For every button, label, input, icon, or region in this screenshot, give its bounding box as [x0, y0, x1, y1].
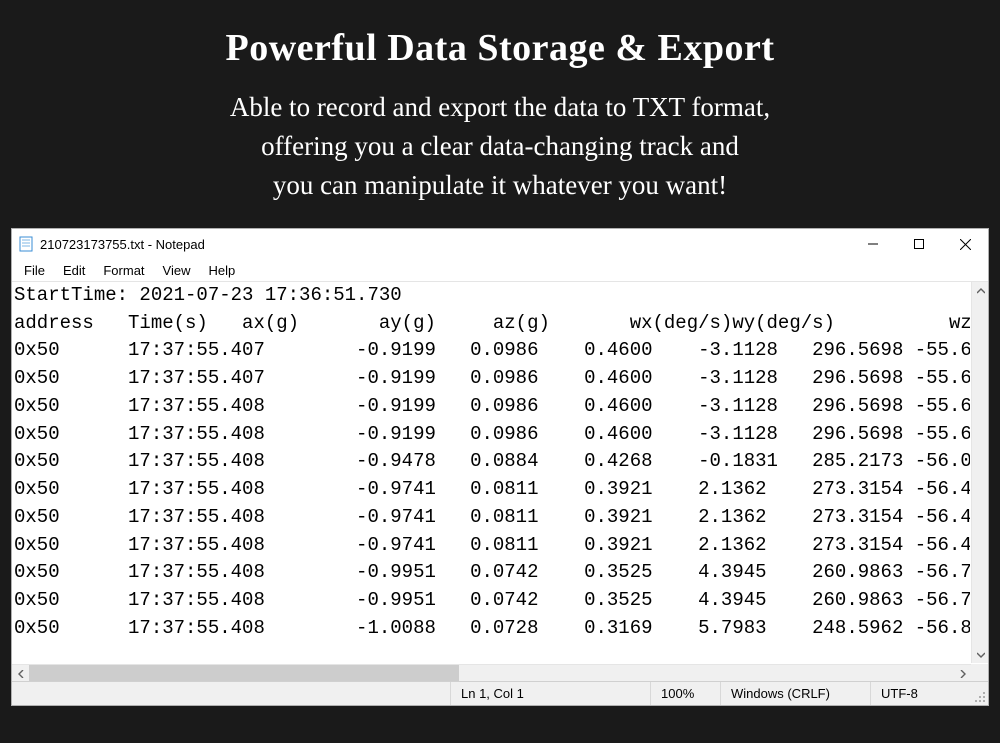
notepad-window: 210723173755.txt - Notepad File Edit For…: [11, 228, 989, 706]
editor-area: StartTime: 2021-07-23 17:36:51.730 addre…: [12, 281, 988, 681]
hero-section: Powerful Data Storage & Export Able to r…: [0, 0, 1000, 205]
scrollbar-thumb[interactable]: [29, 665, 459, 681]
scroll-right-icon[interactable]: [954, 665, 971, 681]
close-button[interactable]: [942, 229, 988, 259]
titlebar[interactable]: 210723173755.txt - Notepad: [12, 229, 988, 259]
vertical-scrollbar[interactable]: [971, 282, 988, 663]
menu-help[interactable]: Help: [200, 261, 243, 280]
maximize-button[interactable]: [896, 229, 942, 259]
menu-format[interactable]: Format: [95, 261, 152, 280]
menu-edit[interactable]: Edit: [55, 261, 93, 280]
status-encoding: UTF-8: [870, 682, 970, 705]
scrollbar-corner: [971, 664, 988, 681]
hero-subtitle: Able to record and export the data to TX…: [0, 88, 1000, 205]
scroll-left-icon[interactable]: [12, 665, 29, 681]
menubar: File Edit Format View Help: [12, 259, 988, 281]
menu-file[interactable]: File: [16, 261, 53, 280]
menu-view[interactable]: View: [155, 261, 199, 280]
scroll-down-icon[interactable]: [972, 646, 988, 663]
status-zoom: 100%: [650, 682, 720, 705]
status-eol: Windows (CRLF): [720, 682, 870, 705]
window-title: 210723173755.txt - Notepad: [40, 237, 205, 252]
status-position: Ln 1, Col 1: [450, 682, 650, 705]
text-editor[interactable]: StartTime: 2021-07-23 17:36:51.730 addre…: [12, 282, 970, 663]
minimize-button[interactable]: [850, 229, 896, 259]
notepad-icon: [18, 236, 34, 252]
resize-grip-icon[interactable]: [970, 682, 988, 705]
window-controls: [850, 229, 988, 259]
hero-title: Powerful Data Storage & Export: [0, 26, 1000, 70]
scroll-up-icon[interactable]: [972, 282, 988, 299]
statusbar: Ln 1, Col 1 100% Windows (CRLF) UTF-8: [12, 681, 988, 705]
horizontal-scrollbar[interactable]: [12, 664, 971, 681]
